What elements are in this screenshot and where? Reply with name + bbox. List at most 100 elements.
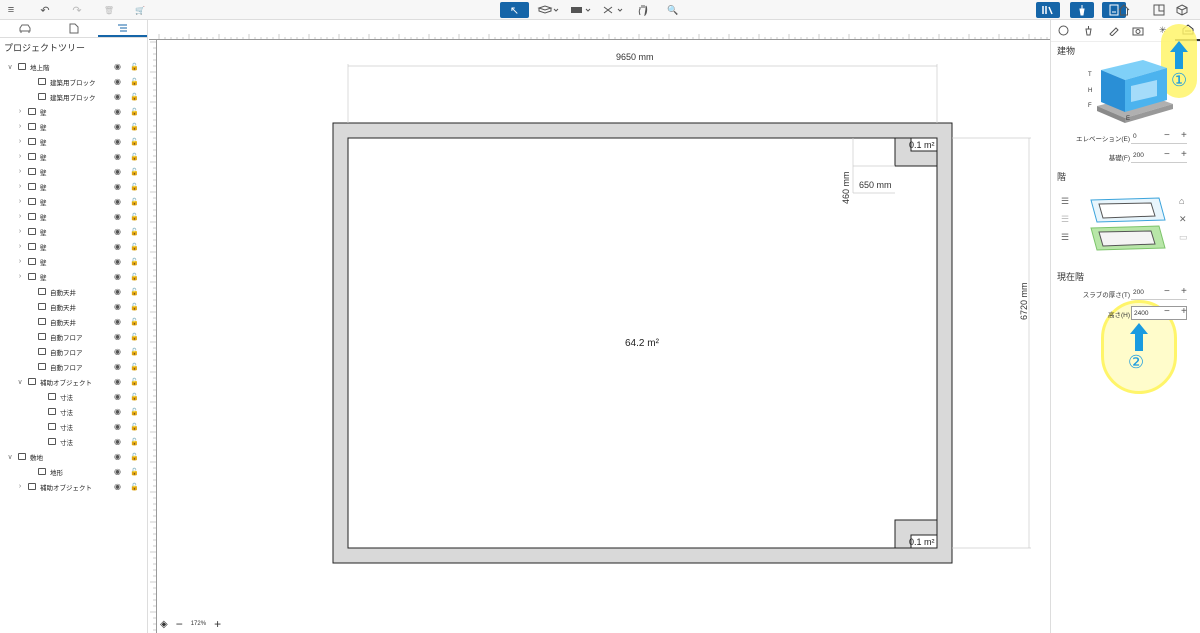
expand-chevron-icon[interactable]: ›	[16, 483, 24, 490]
unlock-icon[interactable]: 🔓	[130, 363, 139, 371]
expand-chevron-icon[interactable]: ›	[16, 273, 24, 280]
unlock-icon[interactable]: 🔓	[130, 333, 139, 341]
floor-buttons-left[interactable]: ☰ ☰ ☰	[1061, 192, 1069, 246]
elevation-increase-button[interactable]: +	[1181, 130, 1187, 141]
visibility-eye-icon[interactable]: ◉	[114, 197, 121, 206]
tab-edit[interactable]	[1101, 20, 1126, 41]
tree-row[interactable]: ∨ 補助オブジェクト ◉ 🔓	[0, 374, 148, 389]
tree-row[interactable]: › 補助オブジェクト ◉ 🔓	[0, 479, 148, 494]
tree-row[interactable]: › 壁 ◉ 🔓	[0, 209, 148, 224]
visibility-eye-icon[interactable]: ◉	[114, 482, 121, 491]
drawing-canvas[interactable]: 9650 mm 6720 mm 460 mm 650 mm 64.2 m² 0.…	[149, 20, 1050, 633]
floor-buttons-right[interactable]: ⌂ ✕ ▭	[1179, 192, 1188, 246]
tree-row[interactable]: › 壁 ◉ 🔓	[0, 194, 148, 209]
unlock-icon[interactable]: 🔓	[130, 123, 139, 131]
expand-chevron-icon[interactable]: ›	[16, 183, 24, 190]
width-dimension[interactable]: 9650 mm	[616, 52, 654, 62]
trash-icon[interactable]: 🗑	[102, 2, 116, 18]
tree-row[interactable]: › 壁 ◉ 🔓	[0, 149, 148, 164]
unlock-icon[interactable]: 🔓	[130, 108, 139, 116]
visibility-eye-icon[interactable]: ◉	[114, 422, 121, 431]
expand-chevron-icon[interactable]: ∨	[6, 453, 14, 461]
tree-row[interactable]: ∨ 敷地 ◉ 🔓	[0, 449, 148, 464]
tree-row[interactable]: 自動フロア ◉ 🔓	[0, 329, 148, 344]
visibility-eye-icon[interactable]: ◉	[114, 167, 121, 176]
dimension-tool-icon[interactable]	[600, 2, 624, 18]
unlock-icon[interactable]: 🔓	[130, 93, 139, 101]
unlock-icon[interactable]: 🔓	[130, 63, 139, 71]
tree-row[interactable]: 寸法 ◉ 🔓	[0, 434, 148, 449]
unlock-icon[interactable]: 🔓	[130, 408, 139, 416]
visibility-eye-icon[interactable]: ◉	[114, 62, 121, 71]
visibility-eye-icon[interactable]: ◉	[114, 287, 121, 296]
visibility-eye-icon[interactable]: ◉	[114, 407, 121, 416]
visibility-eye-icon[interactable]: ◉	[114, 467, 121, 476]
search-icon[interactable]: 🔍	[666, 2, 680, 18]
elevation-input[interactable]: 0	[1131, 130, 1187, 144]
visibility-eye-icon[interactable]: ◉	[114, 377, 121, 386]
tree-row[interactable]: 自動天井 ◉ 🔓	[0, 314, 148, 329]
hand-tool-icon[interactable]	[636, 2, 650, 18]
wall-tool-icon[interactable]	[536, 2, 560, 18]
home-icon[interactable]	[1117, 2, 1131, 18]
tree-row[interactable]: › 壁 ◉ 🔓	[0, 134, 148, 149]
unlock-icon[interactable]: 🔓	[130, 468, 139, 476]
floorplan-icon[interactable]	[1152, 2, 1166, 18]
expand-chevron-icon[interactable]: ›	[16, 213, 24, 220]
unlock-icon[interactable]: 🔓	[130, 438, 139, 446]
visibility-eye-icon[interactable]: ◉	[114, 347, 121, 356]
small-area-top-label[interactable]: 0.1 m²	[909, 140, 935, 150]
tree-row[interactable]: › 壁 ◉ 🔓	[0, 239, 148, 254]
room-area-label[interactable]: 64.2 m²	[625, 338, 659, 349]
tree-row[interactable]: 寸法 ◉ 🔓	[0, 404, 148, 419]
tab-camera[interactable]	[1125, 20, 1150, 41]
unlock-icon[interactable]: 🔓	[130, 138, 139, 146]
tree-row[interactable]: 地形 ◉ 🔓	[0, 464, 148, 479]
visibility-eye-icon[interactable]: ◉	[114, 212, 121, 221]
small-area-bottom-label[interactable]: 0.1 m²	[909, 537, 935, 547]
height-input[interactable]: 2400	[1131, 306, 1187, 320]
foundation-decrease-button[interactable]: −	[1164, 149, 1170, 160]
visibility-eye-icon[interactable]: ◉	[114, 137, 121, 146]
slab-input[interactable]: 200	[1131, 286, 1187, 300]
unlock-icon[interactable]: 🔓	[130, 168, 139, 176]
unlock-icon[interactable]: 🔓	[130, 198, 139, 206]
visibility-eye-icon[interactable]: ◉	[114, 302, 121, 311]
notch-width-dimension[interactable]: 650 mm	[859, 180, 892, 190]
visibility-eye-icon[interactable]: ◉	[114, 92, 121, 101]
expand-chevron-icon[interactable]: ›	[16, 243, 24, 250]
expand-chevron-icon[interactable]: ›	[16, 228, 24, 235]
tab-project-tree[interactable]	[98, 20, 147, 37]
height-increase-button[interactable]: +	[1181, 306, 1187, 317]
tree-row[interactable]: 自動天井 ◉ 🔓	[0, 299, 148, 314]
visibility-eye-icon[interactable]: ◉	[114, 107, 121, 116]
unlock-icon[interactable]: 🔓	[130, 78, 139, 86]
visibility-eye-icon[interactable]: ◉	[114, 227, 121, 236]
notch-height-dimension[interactable]: 460 mm	[841, 171, 851, 204]
tree-row[interactable]: 自動フロア ◉ 🔓	[0, 359, 148, 374]
expand-chevron-icon[interactable]: ›	[16, 258, 24, 265]
visibility-eye-icon[interactable]: ◉	[114, 272, 121, 281]
visibility-eye-icon[interactable]: ◉	[114, 242, 121, 251]
expand-chevron-icon[interactable]: ›	[16, 123, 24, 130]
tree-row[interactable]: › 壁 ◉ 🔓	[0, 179, 148, 194]
visibility-eye-icon[interactable]: ◉	[114, 362, 121, 371]
expand-chevron-icon[interactable]: ∨	[6, 63, 14, 71]
expand-chevron-icon[interactable]: ›	[16, 168, 24, 175]
tree-row[interactable]: ∨ 地上階 ◉ 🔓	[0, 59, 148, 74]
elevation-decrease-button[interactable]: −	[1164, 130, 1170, 141]
tree-row[interactable]: › 壁 ◉ 🔓	[0, 164, 148, 179]
visibility-eye-icon[interactable]: ◉	[114, 332, 121, 341]
tree-row[interactable]: 自動フロア ◉ 🔓	[0, 344, 148, 359]
tab-materials[interactable]	[49, 20, 98, 37]
tab-style[interactable]	[1051, 20, 1076, 41]
slab-increase-button[interactable]: +	[1181, 286, 1187, 297]
unlock-icon[interactable]: 🔓	[130, 243, 139, 251]
expand-chevron-icon[interactable]: ›	[16, 108, 24, 115]
tree-row[interactable]: 建築用ブロック ◉ 🔓	[0, 74, 148, 89]
layers-icon[interactable]: ◈	[160, 619, 168, 630]
visibility-eye-icon[interactable]: ◉	[114, 392, 121, 401]
tree-row[interactable]: 自動天井 ◉ 🔓	[0, 284, 148, 299]
tree-row[interactable]: › 壁 ◉ 🔓	[0, 119, 148, 134]
unlock-icon[interactable]: 🔓	[130, 153, 139, 161]
